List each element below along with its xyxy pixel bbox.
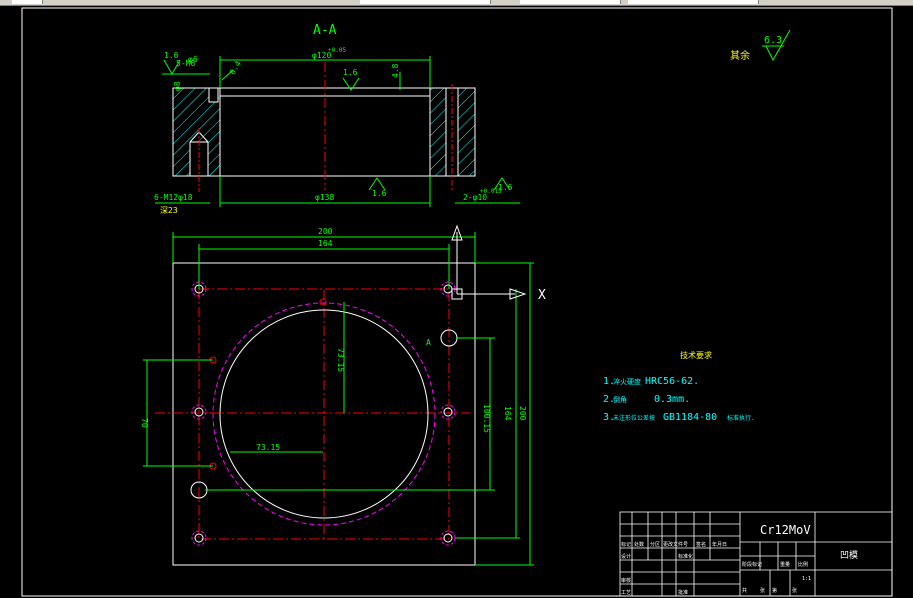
tb-cell: 比例 [798, 561, 808, 568]
dim-width-200: 200 [318, 227, 333, 236]
bore-circle [219, 309, 429, 519]
tb-cell: 张 [760, 587, 765, 594]
toolbar-button-1[interactable] [12, 0, 43, 4]
tb-cell: 第 [772, 587, 777, 594]
tech-line-1: 1. 淬火硬度 HRC56-62. [603, 376, 699, 387]
tb-cell: 处数 [634, 541, 644, 548]
dim-height-100-15: 100.15 [482, 404, 491, 433]
dim-roughness-right: 1.6 [498, 183, 513, 192]
tb-cell: 年月日 [712, 541, 727, 548]
tech-title: 技术要求 [680, 350, 712, 360]
tech-line-2: 2. 倒角 0.3mm. [603, 394, 690, 405]
dim-roughness-mid: 1.6 [343, 68, 358, 77]
tb-cell: 分区 [650, 541, 660, 548]
dim-chamfer: 0.4 [228, 59, 243, 76]
svg-text:标准执行.: 标准执行. [727, 414, 755, 422]
tb-cell: 1:1 [802, 576, 811, 582]
dim-threaded-holes-bottom: 6-M12φ18 [154, 193, 193, 202]
title-block-material: Cr12MoV [760, 523, 811, 537]
tb-cell: 标准化 [678, 553, 693, 560]
dim-vertical-73-15: 73.15 [336, 348, 345, 372]
svg-text:0.3mm.: 0.3mm. [654, 394, 690, 405]
tb-cell: 共 [742, 587, 747, 594]
surface-finish-note: 其余 6.3 [730, 29, 791, 62]
small-hole [319, 298, 327, 306]
dim-depth: 4.8 [391, 63, 400, 78]
dim-height-70: 70 [140, 418, 149, 428]
tb-cell: 张 [792, 587, 797, 594]
dim-height-200: 200 [518, 406, 527, 421]
threaded-hole-marker [440, 404, 456, 420]
cad-drawing-canvas[interactable]: A-A 1.6 5-M6 φ6 φ8 φ120 +0.05 0.4 1.6 4.… [0, 6, 913, 598]
tb-cell: 签名 [696, 541, 706, 548]
dim-roughness-bottom: 1.6 [372, 189, 387, 198]
dim-outer-diameter: φ138 [315, 193, 334, 202]
tech-requirements: 技术要求 1. 淬火硬度 HRC56-62. 2. 倒角 0.3mm. 3. 未… [603, 350, 755, 423]
dim-counterbore: φ8 [173, 81, 182, 91]
tb-cell: 阶段标记 [742, 561, 762, 568]
toolbar-button-2[interactable] [360, 0, 491, 4]
svg-text:GB1184-80: GB1184-80 [663, 412, 717, 423]
dim-thread-depth: 深23 [160, 206, 178, 215]
surface-finish-label: 其余 [730, 49, 750, 62]
threaded-hole-marker [440, 530, 456, 546]
ucs-axis-x: X [538, 288, 546, 303]
dim-hole-diameter-small: φ6 [188, 55, 198, 64]
svg-text:倒角: 倒角 [613, 395, 627, 404]
toolbar-button-3[interactable] [520, 0, 621, 4]
tech-line-3: 3. 未注形位公差按 GB1184-80 标准执行. [603, 412, 755, 423]
section-title: A-A [313, 23, 337, 38]
tb-cell: 审核 [621, 577, 631, 584]
tb-cell: 标记 [621, 541, 631, 548]
dim-width-164: 164 [318, 239, 333, 248]
label-datum-a-2: A [426, 338, 431, 347]
tb-cell: 重量 [780, 561, 790, 568]
tb-cell: 设计 [621, 553, 631, 560]
dim-horizontal-73-15: 73.15 [256, 443, 280, 452]
toolbar-button-4[interactable] [628, 0, 759, 4]
dim-height-164: 164 [503, 406, 512, 421]
tb-cell: 工艺 [621, 590, 631, 596]
svg-text:HRC56-62.: HRC56-62. [645, 376, 699, 387]
surface-finish-value: 6.3 [764, 35, 782, 46]
tb-cell: 更改文件号 [663, 541, 688, 548]
dim-bore-tolerance: +0.05 [328, 47, 346, 54]
tb-cell: 批准 [678, 589, 688, 596]
title-block-drawing-name: 凹模 [840, 550, 858, 561]
svg-text:淬火硬度: 淬火硬度 [613, 377, 641, 386]
plan-view [155, 262, 476, 566]
svg-text:未注形位公差按: 未注形位公差按 [613, 414, 655, 422]
